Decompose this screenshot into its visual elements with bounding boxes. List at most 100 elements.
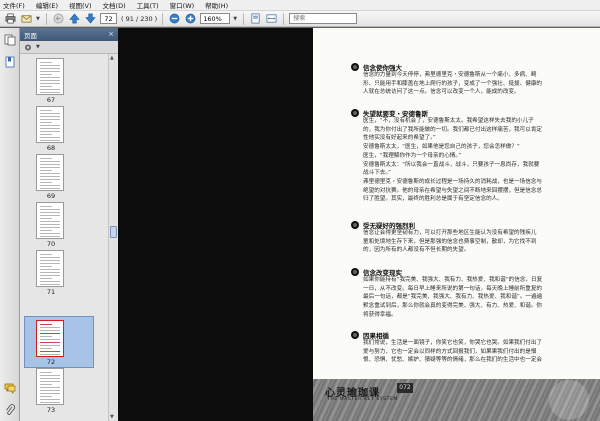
envelope-icon [21, 15, 32, 23]
bullet-icon [351, 330, 359, 339]
thumbnail-page-label: 68 [46, 144, 56, 152]
document-section: 受无疑好的强烈利 信念让会得更坚韧有力，可以打开那些地区生能认为没有希望的残疾儿童… [351, 220, 593, 255]
panel-title: 页面 [24, 31, 37, 40]
paragraph-line: 将获得幸福。 [363, 311, 397, 318]
bullet-icon [351, 62, 359, 71]
options-dropdown-icon[interactable]: ▼ [36, 44, 40, 50]
minus-circle-icon [169, 13, 180, 24]
panel-options-bar: ▼ [20, 41, 118, 54]
paragraph-line: 安德鲁斯太太，“医生，如果他是您自己的孩子，您会怎样做？” [363, 144, 520, 151]
paragraph-line: 默念重试到后，那么你就会真的变得完美、强大、有力、热爱、和谐。你 [363, 303, 543, 310]
thumbnail-page-label: 71 [46, 288, 56, 296]
page-thumbnail[interactable] [36, 106, 64, 143]
menu-file[interactable]: 文件(F) [3, 0, 25, 10]
paragraph-line: 恨、恐惧、忧愁、嫉妒、猜疑等等的情绪，那么在我们的生活中也一定会 [363, 357, 543, 364]
menu-document[interactable]: 文档(D) [103, 0, 126, 10]
thumbnail-list: 67 68 69 70 71 72 73 [20, 54, 108, 421]
fit-page-icon [251, 13, 260, 24]
page-thumbnail[interactable] [36, 368, 64, 405]
section-heading-text: 失望就要变・安德鲁斯 [363, 109, 428, 118]
paragraph-line: 战斗下去。” [363, 170, 392, 177]
scroll-down-icon[interactable]: ▼ [110, 414, 114, 420]
fit-width-icon [266, 14, 277, 23]
section-heading: 失望就要变・安德鲁斯 [351, 108, 593, 118]
section-heading: 信念使你强大 [351, 62, 593, 72]
menu-window[interactable]: 窗口(W) [170, 0, 195, 10]
paragraph-line: 性他实没有好起来的希望了。” [363, 135, 436, 142]
pages-panel: 页面 × ▼ 67 68 69 70 71 72 73 ▲ ▼ [20, 28, 118, 421]
bookmarks-icon[interactable] [4, 56, 16, 68]
prev-page-button[interactable] [68, 13, 81, 25]
print-button[interactable] [4, 13, 17, 25]
paragraph-line: 童和处境地生存下来，但是那强的信念也费事空制，散却，为它找不到 [363, 238, 537, 245]
menu-tools[interactable]: 工具(T) [137, 0, 159, 10]
thumbnail-scrollbar[interactable]: ▲ ▼ [108, 54, 118, 421]
paragraph-line: 的，因为所有的人都没有不但长期的失望。 [363, 247, 470, 254]
thumbnail-page-label: 67 [46, 96, 56, 104]
arrow-up-icon [69, 13, 80, 24]
zoom-level-input[interactable] [200, 13, 231, 24]
document-section: 信念使你强大 信念的力量到今天停停，弗里德里克・安德鲁斯从一个痛小、多病、畸 形、只… [351, 62, 593, 97]
paragraph-line: 的，我为你付出了我所能做的一切。我们都已付出这样痛苦，我可以肯定 [363, 126, 543, 133]
section-heading-text: 因果相循 [363, 331, 389, 340]
navigation-strip [0, 28, 20, 421]
comments-icon[interactable] [4, 382, 16, 394]
plus-circle-icon [185, 13, 196, 24]
paragraph-line: 信念的力量到今天停停，弗里德里克・安德鲁斯从一个痛小、多病、畸 [363, 72, 537, 78]
paragraph-line: 弗里德里克・安德鲁斯的成长过程是一场持久的消耗战，也是一场信念与 [363, 178, 543, 185]
section-heading-text: 信念改变现实 [363, 268, 402, 277]
back-button[interactable] [52, 13, 65, 25]
footer-page-badge: 072 [397, 383, 413, 393]
close-icon[interactable]: × [108, 30, 114, 38]
paragraph-line: 安德鲁斯太太：“所以我会一直战斗，战斗，只要孩子一息尚存，我就要 [363, 161, 540, 168]
pages-icon[interactable] [4, 34, 16, 46]
zoom-dropdown-icon[interactable]: ▼ [233, 16, 238, 22]
page-number-input[interactable] [100, 13, 117, 24]
hand-icon [53, 13, 64, 24]
zoom-in-button[interactable] [184, 13, 197, 25]
paragraph-line: 医生，“不，没有机会了，安德鲁斯太太。我希望这样失去我的小儿子 [363, 118, 534, 124]
thumbnail-page-label: 70 [46, 240, 56, 248]
paragraph-line: 人就在总统访问了这一点。信念可以改变一个人，能成的改变。 [363, 89, 520, 96]
arrow-down-icon [85, 13, 96, 24]
page-thumbnail[interactable] [36, 154, 64, 191]
printer-icon [5, 13, 16, 24]
attachment-icon[interactable] [4, 404, 16, 416]
document-page: 信念使你强大 信念的力量到今天停停，弗里德里克・安德鲁斯从一个痛小、多病、畸 形、只… [313, 28, 600, 421]
bullet-icon [351, 220, 359, 229]
paragraph-line: 我们常说，生活是一面镜子，你笑它也笑，你哭它也哭。如果我们付出了 [363, 340, 543, 346]
page-thumbnail[interactable] [36, 202, 64, 239]
watermark-seal [549, 380, 589, 420]
chevron-down-icon[interactable]: ▼ [36, 16, 41, 22]
page-thumbnail[interactable] [36, 320, 64, 357]
options-icon[interactable] [24, 43, 34, 52]
search-input[interactable] [289, 13, 358, 24]
paragraph-line: 归了胜望。其实，最终的胜利总是属于有坚定信念的人。 [363, 196, 503, 203]
paragraph-line: 绝望的对抗赛。他的母亲在希望与失望之间不断地来回摆摆，但是信念总 [363, 187, 543, 194]
previous-page-edge [118, 28, 313, 421]
fit-width-button[interactable] [265, 13, 278, 25]
section-heading-text: 受无疑好的强烈利 [363, 221, 415, 230]
scrollbar-thumb[interactable] [110, 226, 117, 238]
fit-page-button[interactable] [249, 13, 262, 25]
document-section: 失望就要变・安德鲁斯 医生，“不，没有机会了，安德鲁斯太太。我希望这样失去我的小儿… [351, 108, 593, 204]
menu-view[interactable]: 视图(V) [69, 0, 92, 10]
page-thumbnail[interactable] [36, 250, 64, 287]
section-heading: 受无疑好的强烈利 [351, 220, 593, 230]
next-page-button[interactable] [84, 13, 97, 25]
thumbnail-page-label: 69 [46, 192, 56, 200]
email-button[interactable] [20, 13, 33, 25]
menu-bar: 文件(F) 编辑(E) 视图(V) 文档(D) 工具(T) 窗口(W) 帮助(H… [0, 0, 600, 11]
thumbnail-page-label: 72 [46, 358, 56, 366]
document-section: 因果相循 我们常说，生活是一面镜子，你笑它也笑，你哭它也哭。如果我们付出了 爱与努力… [351, 330, 593, 365]
scroll-up-icon[interactable]: ▲ [110, 55, 114, 61]
menu-edit[interactable]: 编辑(E) [36, 0, 58, 10]
menu-help[interactable]: 帮助(H) [205, 0, 228, 10]
paragraph-line: 如果你能持有“我完美、我强大、我有力、我热爱、我和谐”的信念，日复 [363, 277, 543, 283]
zoom-out-button[interactable] [168, 13, 181, 25]
paragraph-line: 爱与努力，它也一定会以同样的方式回报我们，如果果我们付出的是憎 [363, 348, 537, 355]
page-thumbnail[interactable] [36, 58, 64, 95]
section-heading: 信念改变现实 [351, 267, 593, 277]
paragraph-line: 最后一句话，都是“我完美、我强大、我有力、我热爱、我和谐”。一遍遍 [363, 294, 543, 301]
document-view[interactable]: 信念使你强大 信念的力量到今天停停，弗里德里克・安德鲁斯从一个痛小、多病、畸 形、只… [118, 28, 600, 421]
